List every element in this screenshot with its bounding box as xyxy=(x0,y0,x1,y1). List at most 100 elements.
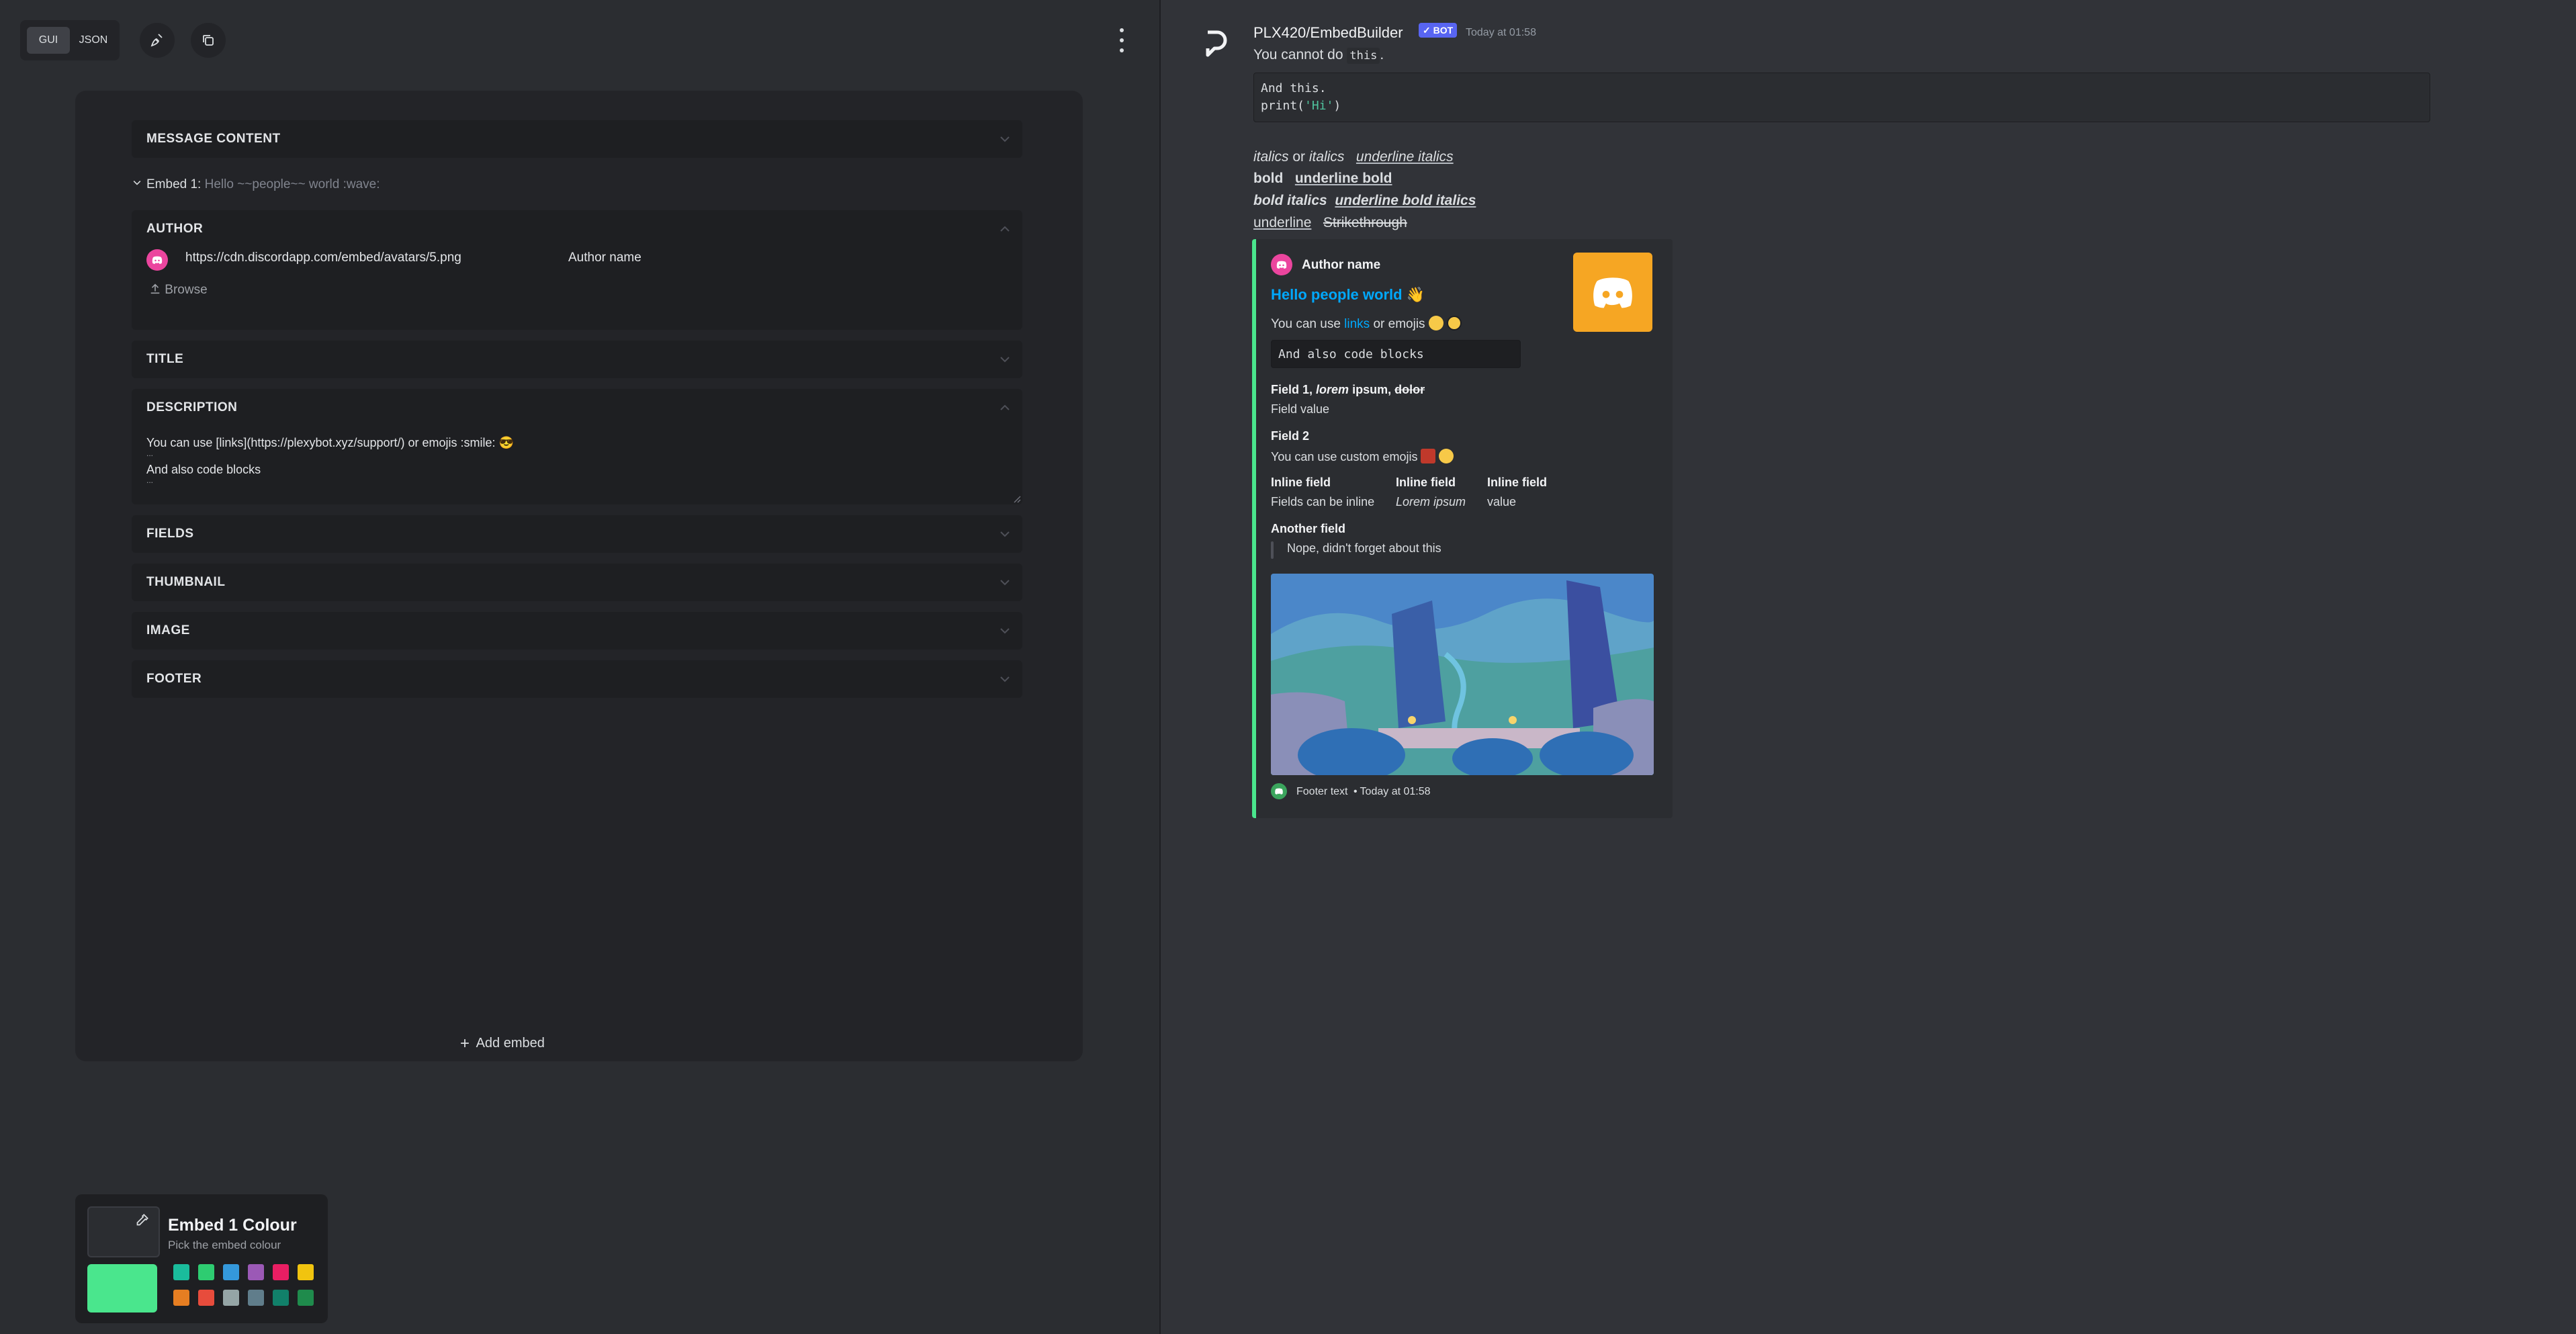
underline-bold-italics-text: underline bold italics xyxy=(1335,193,1476,208)
footer-section[interactable]: FOOTER xyxy=(132,660,1022,698)
colour-swatch[interactable] xyxy=(298,1264,314,1280)
field-1-name: Field 1, lorem ipsum, dolor xyxy=(1271,383,1425,397)
description-line: ... xyxy=(146,449,154,458)
upload-icon xyxy=(150,283,160,294)
browse-button[interactable]: Browse xyxy=(149,283,208,298)
code-token: ) xyxy=(1333,99,1341,113)
colour-swatch[interactable] xyxy=(248,1290,264,1306)
colour-swatch[interactable] xyxy=(273,1264,289,1280)
footer-header: FOOTER xyxy=(146,672,202,686)
broom-icon xyxy=(150,34,163,47)
or-text: or xyxy=(1292,149,1306,165)
colour-picker-title: Embed 1 Colour xyxy=(168,1216,297,1235)
copy-button[interactable] xyxy=(191,23,226,58)
colour-swatch[interactable] xyxy=(198,1264,214,1280)
embed-1-label: Embed 1: xyxy=(146,177,202,191)
embed-preview: Author name Hello people world 👋 You can… xyxy=(1252,239,1673,818)
footer-text: Footer text xyxy=(1296,786,1348,797)
discord-logo-icon xyxy=(1276,261,1287,269)
colour-swatch[interactable] xyxy=(298,1290,314,1306)
embed-author-name: Author name xyxy=(1302,258,1381,272)
inline-field-3-name: Inline field xyxy=(1487,476,1548,489)
fields-section[interactable]: FIELDS xyxy=(132,515,1022,553)
field-2-text: You can use custom emojis xyxy=(1271,450,1418,463)
description-line: And also code blocks xyxy=(146,463,261,476)
eyedropper-button[interactable] xyxy=(87,1206,160,1257)
field-1-value: Field value xyxy=(1271,402,1330,416)
chevron-down-icon xyxy=(1000,628,1010,634)
embed-desc-text: or emojis xyxy=(1373,317,1425,331)
custom-emoji-icon xyxy=(1439,449,1454,463)
formatting-line-1: italics or italics underline italics xyxy=(1253,149,1454,165)
embed-1-toggle[interactable]: Embed 1: Hello ~~people~~ world :wave: xyxy=(132,168,380,202)
description-textarea[interactable]: You can use [links](https://plexybot.xyz… xyxy=(146,435,514,484)
embed-image[interactable] xyxy=(1271,574,1654,775)
colour-swatch[interactable] xyxy=(223,1290,239,1306)
discord-logo-icon xyxy=(1275,788,1283,795)
author-icon-url-input[interactable]: https://cdn.discordapp.com/embed/avatars… xyxy=(185,251,461,265)
italics-text: italics xyxy=(1308,149,1345,165)
inline-field-1-value: Fields can be inline xyxy=(1271,495,1375,508)
colour-picker-subtitle: Pick the embed colour xyxy=(168,1239,281,1251)
description-section: DESCRIPTION You can use [links](https://… xyxy=(132,389,1022,504)
bot-name[interactable]: PLX420/EmbedBuilder xyxy=(1253,24,1403,42)
author-name-input[interactable]: Author name xyxy=(568,251,641,265)
inline-field-1-name: Inline field xyxy=(1271,476,1331,489)
message-text: You cannot do xyxy=(1253,47,1343,62)
embed-footer: Footer text • Today at 01:58 xyxy=(1296,786,1431,798)
field-name-part: Field 1, xyxy=(1271,383,1313,396)
field-2-value: You can use custom emojis xyxy=(1271,449,1454,464)
field-name-part: ipsum, xyxy=(1352,383,1392,396)
author-icon-preview xyxy=(146,249,168,271)
another-field-name: Another field xyxy=(1271,522,1345,535)
embed-1-preview-text: Hello ~~people~~ world :wave: xyxy=(204,177,380,191)
code-line: print('Hi') xyxy=(1261,99,1341,113)
clear-button[interactable] xyxy=(140,23,175,58)
inline-field-3-value: value xyxy=(1487,495,1517,508)
colour-swatch[interactable] xyxy=(198,1290,214,1306)
embed-description: You can use links or emojis xyxy=(1271,316,1462,332)
colour-swatch[interactable] xyxy=(248,1264,264,1280)
colour-swatch[interactable] xyxy=(173,1264,189,1280)
code-string: 'Hi' xyxy=(1304,99,1334,113)
title-section[interactable]: TITLE xyxy=(132,341,1022,378)
field-name-part: dolor xyxy=(1394,383,1425,396)
image-section[interactable]: IMAGE xyxy=(132,612,1022,650)
embed-thumbnail xyxy=(1573,253,1652,332)
another-field-value: Nope, didn't forget about this xyxy=(1287,541,1441,555)
message-content-section[interactable]: MESSAGE CONTENT xyxy=(132,120,1022,158)
more-options-icon[interactable] xyxy=(1114,26,1130,55)
chevron-down-icon xyxy=(1000,357,1010,363)
plus-icon: + xyxy=(460,1034,470,1053)
footer-separator: • xyxy=(1353,786,1358,797)
underline-italics-text: underline italics xyxy=(1356,149,1454,165)
author-header[interactable]: AUTHOR xyxy=(146,210,203,248)
add-embed-button[interactable]: + Add embed xyxy=(460,1034,545,1053)
editor-pane: GUI JSON MESSAGE CONTENT Embed 1: Hello … xyxy=(0,0,1161,1334)
message-text: . xyxy=(1380,47,1384,62)
colour-swatch[interactable] xyxy=(173,1290,189,1306)
title-header: TITLE xyxy=(146,352,184,366)
colour-swatch[interactable] xyxy=(273,1290,289,1306)
bold-text: bold xyxy=(1253,171,1284,186)
thumbnail-section[interactable]: THUMBNAIL xyxy=(132,564,1022,601)
gui-tab[interactable]: GUI xyxy=(27,27,70,54)
embed-title[interactable]: Hello people world 👋 xyxy=(1271,286,1425,304)
add-embed-label: Add embed xyxy=(476,1036,545,1051)
chevron-up-icon[interactable] xyxy=(998,401,1012,414)
discord-logo-icon xyxy=(152,256,163,264)
resize-handle-icon[interactable] xyxy=(1012,494,1021,503)
message-timestamp: Today at 01:58 xyxy=(1466,27,1536,38)
description-header[interactable]: DESCRIPTION xyxy=(146,389,237,427)
code-line: And this. xyxy=(1261,81,1327,95)
selected-colour-preview[interactable] xyxy=(87,1264,157,1313)
colour-swatch[interactable] xyxy=(223,1264,239,1280)
embed-link[interactable]: links xyxy=(1344,317,1370,331)
chevron-up-icon[interactable] xyxy=(998,222,1012,236)
editor-panel: MESSAGE CONTENT Embed 1: Hello ~~people~… xyxy=(75,91,1083,1061)
json-tab[interactable]: JSON xyxy=(73,27,114,54)
underline-text: underline xyxy=(1253,215,1312,230)
chevron-down-icon xyxy=(1000,136,1010,142)
chevron-down-icon xyxy=(132,168,142,202)
strikethrough-text: Strikethrough xyxy=(1323,215,1407,230)
